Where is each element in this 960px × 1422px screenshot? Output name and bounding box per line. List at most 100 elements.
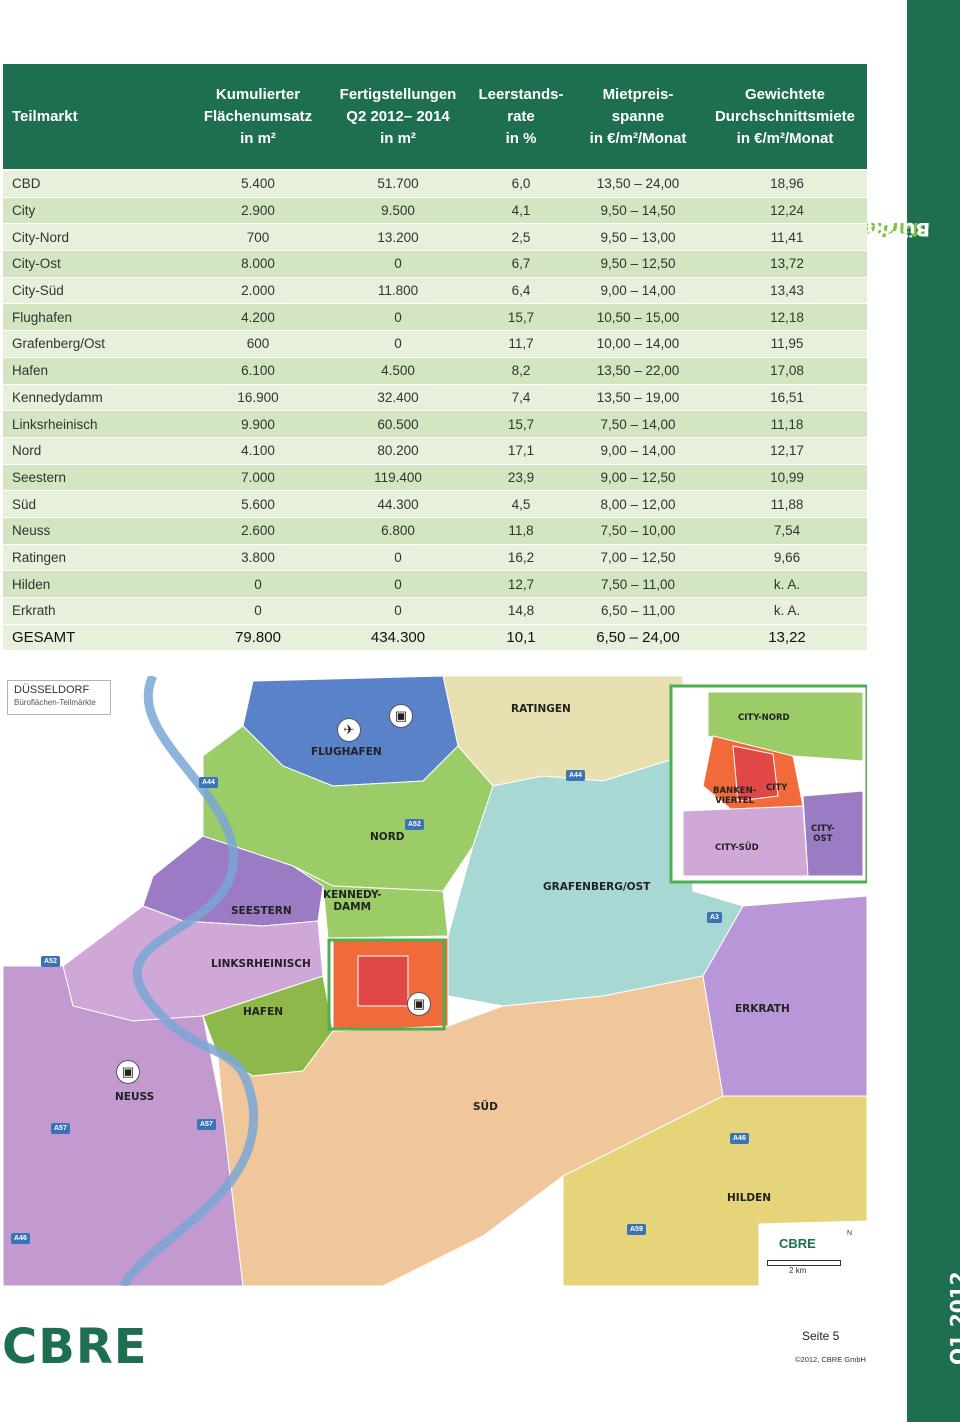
cell-leer: 15,7 <box>507 416 535 432</box>
table-row: City 2.900 9.500 4,1 9,50 – 14,50 12,24 <box>3 196 867 224</box>
table-row: Hilden 0 0 12,7 7,50 – 11,00 k. A. <box>3 570 867 597</box>
highway-a57-east: A57 <box>197 1119 216 1130</box>
cell-leer: 8,2 <box>511 363 531 379</box>
highway-a44-west: A44 <box>199 777 218 788</box>
airport-icon: ✈ <box>337 718 361 742</box>
cell-fertig: 0 <box>394 576 402 592</box>
cell-name: Flughafen <box>12 309 73 325</box>
cell-umsatz: 0 <box>254 576 262 592</box>
cell-name: City-Nord <box>12 229 70 245</box>
cell-name: Hafen <box>12 363 49 379</box>
cell-umsatz: 5.400 <box>241 176 275 192</box>
cell-umsatz: 4.200 <box>241 309 275 325</box>
map-title: DÜSSELDORF <box>14 684 90 696</box>
cell-fertig: 32.400 <box>377 389 419 405</box>
table-row: CBD 5.400 51.700 6,0 13,50 – 24,00 18,96 <box>3 170 867 197</box>
cell-fertig: 80.200 <box>377 443 419 459</box>
cell-leer: 16,2 <box>507 549 535 565</box>
table-row: Seestern 7.000 119.400 23,9 9,00 – 12,50 10,9… <box>3 463 867 491</box>
sidebar-date-text: Q1 2012 <box>946 1271 960 1365</box>
cell-miete: 12,18 <box>770 309 804 325</box>
cell-name: Erkrath <box>12 603 56 619</box>
cell-miete: 13,22 <box>768 629 806 647</box>
cell-miete: 12,17 <box>770 443 804 459</box>
cell-name: Seestern <box>12 469 67 485</box>
cell-umsatz: 79.800 <box>235 629 281 647</box>
cell-leer: 15,7 <box>507 309 535 325</box>
cell-miete: 10,99 <box>770 469 804 485</box>
label-grafenberg: GRAFENBERG/OST <box>543 881 651 893</box>
label-hilden: HILDEN <box>727 1192 772 1204</box>
cell-name: City-Süd <box>12 283 64 299</box>
cell-leer: 17,1 <box>507 443 535 459</box>
highway-a46-west: A46 <box>11 1233 30 1244</box>
cell-umsatz: 2.600 <box>241 523 275 539</box>
cell-spanne: 6,50 – 11,00 <box>600 603 676 619</box>
cell-name: CBD <box>12 176 41 192</box>
label-city: CITY <box>766 783 788 793</box>
cell-leer: 7,4 <box>511 389 531 405</box>
cell-umsatz: 600 <box>246 336 270 352</box>
cell-leer: 6,0 <box>511 176 531 192</box>
cell-fertig: 4.500 <box>381 363 415 379</box>
map-title-box: DÜSSELDORF Büroflächen-Teilmärkte <box>7 680 111 715</box>
table-row: Erkrath 0 0 14,8 6,50 – 11,00 k. A. <box>3 597 867 624</box>
table-row: Ratingen 3.800 0 16,2 7,00 – 12,50 9,66 <box>3 543 867 571</box>
cbre-logo: CBRE <box>2 1319 148 1375</box>
label-city-ost: CITY- OST <box>811 824 835 844</box>
north-arrow-icon: N <box>847 1230 853 1237</box>
copyright: ©2012, CBRE GmbH <box>795 1355 866 1364</box>
label-nord: NORD <box>370 831 405 843</box>
cell-name: Kennedydamm <box>12 389 103 405</box>
header-leerstand: Leerstands- rate in % <box>478 85 564 147</box>
cell-fertig: 51.700 <box>377 176 419 192</box>
table-body: CBD 5.400 51.700 6,0 13,50 – 24,00 18,96 City 2… <box>3 170 867 651</box>
cell-miete: k. A. <box>773 603 801 619</box>
cell-spanne: 13,50 – 19,00 <box>596 389 680 405</box>
cell-spanne: 9,50 – 14,50 <box>600 203 676 219</box>
cell-name: Nord <box>12 443 42 459</box>
page-number: Seite 5 <box>802 1329 840 1343</box>
label-linksrheinisch: LINKSRHEINISCH <box>211 958 311 970</box>
header-umsatz: Kumulierter Flächenumsatz in m² <box>203 85 313 147</box>
cell-fertig: 13.200 <box>377 229 419 245</box>
cell-miete: k. A. <box>773 576 801 592</box>
cell-spanne: 9,00 – 14,00 <box>600 283 676 299</box>
main-station-icon: ▣ <box>407 992 431 1016</box>
cell-fertig: 0 <box>394 309 402 325</box>
table-row: Flughafen 4.200 0 15,7 10,50 – 15,00 12,18 <box>3 303 867 331</box>
cell-leer: 6,4 <box>511 283 531 299</box>
table-header: Teilmarkt Kumulierter Flächenumsatz in m… <box>3 64 867 169</box>
cell-miete: 12,24 <box>770 203 804 219</box>
cell-fertig: 11.800 <box>377 283 419 299</box>
cell-umsatz: 3.800 <box>241 549 275 565</box>
cell-fertig: 44.300 <box>377 496 419 512</box>
cell-name: Grafenberg/Ost <box>12 336 106 352</box>
cell-spanne: 7,00 – 12,50 <box>600 549 676 565</box>
cell-leer: 23,9 <box>507 469 535 485</box>
cell-spanne: 7,50 – 14,00 <box>600 416 676 432</box>
cell-fertig: 9.500 <box>381 203 415 219</box>
label-neuss: NEUSS <box>115 1091 155 1103</box>
cell-leer: 10,1 <box>506 629 536 647</box>
cell-umsatz: 9.900 <box>241 416 275 432</box>
cell-miete: 11,41 <box>770 229 804 245</box>
label-seestern: SEESTERN <box>231 905 292 917</box>
highway-a57-west: A57 <box>51 1123 70 1134</box>
label-city-nord: CITY-NORD <box>738 713 790 723</box>
cell-spanne: 6,50 – 24,00 <box>596 629 680 647</box>
cell-umsatz: 4.100 <box>241 443 275 459</box>
label-hafen: HAFEN <box>243 1006 284 1018</box>
cell-umsatz: 2.000 <box>241 283 275 299</box>
cell-name: Neuss <box>12 523 51 539</box>
cell-umsatz: 0 <box>254 603 262 619</box>
cell-fertig: 6.800 <box>381 523 415 539</box>
cell-name: Süd <box>12 496 37 512</box>
train-station-icon: ▣ <box>389 704 413 728</box>
header-teilmarkt: Teilmarkt <box>12 107 78 125</box>
table-row: City-Süd 2.000 11.800 6,4 9,00 – 14,00 13,43 <box>3 276 867 304</box>
cell-miete: 17,08 <box>770 363 804 379</box>
cell-miete: 16,51 <box>770 389 804 405</box>
cell-spanne: 9,00 – 14,00 <box>600 443 676 459</box>
cell-miete: 11,95 <box>770 336 804 352</box>
